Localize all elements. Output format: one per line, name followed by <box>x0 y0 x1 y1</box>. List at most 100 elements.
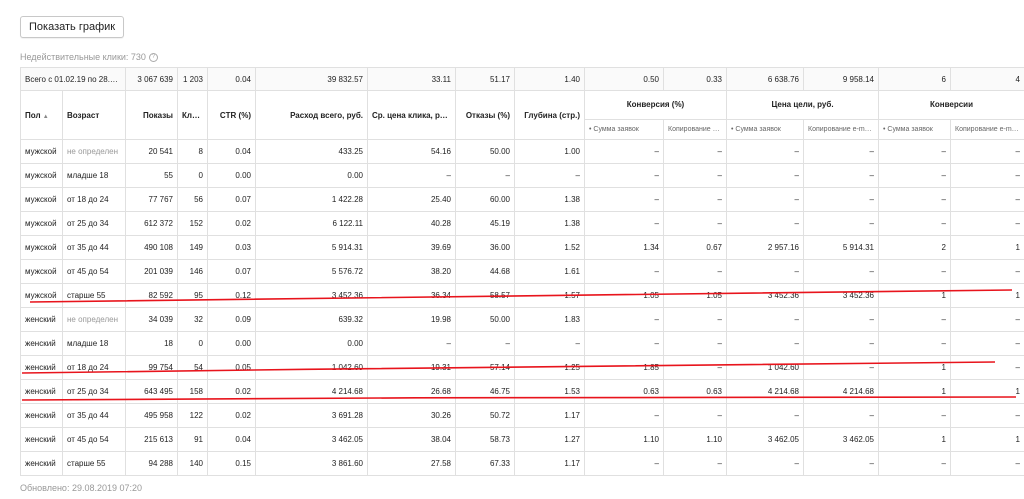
cell-depth: 1.38 <box>514 187 585 212</box>
cell-conversions-sum: – <box>878 163 951 188</box>
table-row[interactable]: женский не определен 34 039 32 0.09 639.32 19.… <box>20 307 1024 332</box>
cell-sex: мужской <box>20 163 63 188</box>
help-icon[interactable]: ? <box>148 52 158 62</box>
cell-impressions: 99 754 <box>125 355 178 380</box>
cell-clicks: 158 <box>177 379 208 404</box>
cell-sex: женский <box>20 451 63 476</box>
cell-impressions: 201 039 <box>125 259 178 284</box>
cell-goal-price-copy: – <box>803 163 879 188</box>
cell-conversion-sum: – <box>584 403 664 428</box>
cell-impressions: 94 288 <box>125 451 178 476</box>
invalid-clicks-note: Недействительные клики: 730 ? <box>20 52 158 62</box>
total-goal-price-sum: 6 638.76 <box>726 67 804 91</box>
cell-impressions: 34 039 <box>125 307 178 332</box>
header-impressions[interactable]: Показы <box>125 90 178 140</box>
header-sex[interactable]: Пол ▲ <box>20 90 63 140</box>
header-avg-cpc[interactable]: Ср. цена клика, руб. <box>367 90 456 140</box>
cell-depth: 1.17 <box>514 403 585 428</box>
subheader-copy[interactable]: Копирование e-m… <box>950 118 1024 141</box>
cell-sex: женский <box>20 355 63 380</box>
cell-bounces: 60.00 <box>455 187 515 212</box>
cell-conversion-copy: – <box>663 139 727 164</box>
table-row[interactable]: женский младше 18 18 0 0.00 0.00– – – – – – – – – <box>20 331 1024 356</box>
table-row[interactable]: женский от 45 до 54 215 613 91 0.04 3 462.05 3… <box>20 427 1024 452</box>
cell-goal-price-sum: – <box>726 451 804 476</box>
table-row[interactable]: мужской от 18 до 24 77 767 56 0.07 1 422.28 25… <box>20 187 1024 212</box>
cell-avg-cpc: 27.58 <box>367 451 456 476</box>
subheader-copy[interactable]: Копирование e-m… <box>803 118 879 141</box>
table-row[interactable]: мужской от 35 до 44 490 108 149 0.03 5 914.31… <box>20 235 1024 260</box>
cell-ctr: 0.03 <box>207 235 256 260</box>
cell-ctr: 0.04 <box>207 139 256 164</box>
cell-ctr: 0.02 <box>207 403 256 428</box>
cell-conversions-copy: – <box>950 403 1024 428</box>
cell-conversions-sum: – <box>878 403 951 428</box>
header-conversion-pct[interactable]: Конверсия (%) <box>584 90 727 120</box>
header-depth[interactable]: Глубина (стр.) <box>514 90 585 140</box>
total-depth: 1.40 <box>514 67 585 91</box>
invalid-clicks-text: Недействительные клики: 730 <box>20 52 146 62</box>
table-row[interactable]: мужской старше 55 82 592 95 0.12 3 452.36 36.3… <box>20 283 1024 308</box>
cell-bounces: 50.72 <box>455 403 515 428</box>
subheader-copy[interactable]: Копирование e-m… <box>663 118 727 141</box>
table-row[interactable]: мужской от 25 до 34 612 372 152 0.02 6 122.11… <box>20 211 1024 236</box>
cell-conversion-sum: – <box>584 331 664 356</box>
cell-impressions: 82 592 <box>125 283 178 308</box>
cell-depth: 1.52 <box>514 235 585 260</box>
table-row[interactable]: мужской не определен 20 541 8 0.04 433.25 54.1… <box>20 139 1024 164</box>
header-clicks[interactable]: Клики <box>177 90 208 140</box>
header-conversions[interactable]: Конверсии <box>878 90 1024 120</box>
cell-avg-cpc: 19.31 <box>367 355 456 380</box>
cell-conversion-copy: – <box>663 307 727 332</box>
cell-ctr: 0.07 <box>207 259 256 284</box>
table-row[interactable]: женский от 35 до 44 495 958 122 0.02 3 691.28… <box>20 403 1024 428</box>
table-row[interactable]: мужской младше 18 55 0 0.00 0.00– – – – – – – – – <box>20 163 1024 188</box>
cell-bounces: 50.00 <box>455 139 515 164</box>
cell-spend: 639.32 <box>255 307 368 332</box>
cell-depth: 1.57 <box>514 283 585 308</box>
cell-age: от 45 до 54 <box>62 259 126 284</box>
cell-avg-cpc: 25.40 <box>367 187 456 212</box>
total-conversion-copy: 0.33 <box>663 67 727 91</box>
total-conversion-sum: 0.50 <box>584 67 664 91</box>
table-row[interactable]: женский от 18 до 24 99 754 54 0.05 1 042.60 19… <box>20 355 1024 380</box>
cell-sex: мужской <box>20 259 63 284</box>
header-ctr[interactable]: CTR (%) <box>207 90 256 140</box>
cell-conversions-copy: – <box>950 355 1024 380</box>
cell-spend: 433.25 <box>255 139 368 164</box>
show-chart-button[interactable]: Показать график <box>20 16 125 38</box>
cell-clicks: 54 <box>177 355 208 380</box>
cell-sex: мужской <box>20 139 63 164</box>
cell-depth: – <box>514 331 585 356</box>
header-age[interactable]: Возраст <box>62 90 126 140</box>
cell-conversions-copy: – <box>950 139 1024 164</box>
cell-impressions: 495 958 <box>125 403 178 428</box>
cell-goal-price-sum: 3 462.05 <box>726 427 804 452</box>
cell-bounces: 58.57 <box>455 283 515 308</box>
cell-age: не определен <box>62 307 126 332</box>
cell-conversion-sum: – <box>584 187 664 212</box>
header-goal-price[interactable]: Цена цели, руб. <box>726 90 879 120</box>
header-spend[interactable]: Расход всего, руб. <box>255 90 368 140</box>
table-row[interactable]: мужской от 45 до 54 201 039 146 0.07 5 576.72… <box>20 259 1024 284</box>
table-row[interactable]: женский старше 55 94 288 140 0.15 3 861.60 27.… <box>20 451 1024 476</box>
cell-bounces: 46.75 <box>455 379 515 404</box>
cell-conversion-copy: – <box>663 331 727 356</box>
subheader-sum[interactable]: • Сумма заявок <box>878 118 951 141</box>
cell-conversions-sum: – <box>878 187 951 212</box>
cell-bounces: 44.68 <box>455 259 515 284</box>
total-goal-price-copy: 9 958.14 <box>803 67 879 91</box>
subheader-sum[interactable]: • Сумма заявок <box>584 118 664 141</box>
cell-clicks: 149 <box>177 235 208 260</box>
cell-conversion-sum: 1.10 <box>584 427 664 452</box>
cell-depth: 1.53 <box>514 379 585 404</box>
cell-age: старше 55 <box>62 283 126 308</box>
cell-depth: – <box>514 163 585 188</box>
cell-clicks: 146 <box>177 259 208 284</box>
cell-goal-price-sum: 3 452.36 <box>726 283 804 308</box>
header-bounces[interactable]: Отказы (%) <box>455 90 515 140</box>
subheader-sum[interactable]: • Сумма заявок <box>726 118 804 141</box>
cell-conversions-copy: 1 <box>950 427 1024 452</box>
table-row[interactable]: женский от 25 до 34 643 495 158 0.02 4 214.68… <box>20 379 1024 404</box>
cell-conversions-copy: – <box>950 211 1024 236</box>
